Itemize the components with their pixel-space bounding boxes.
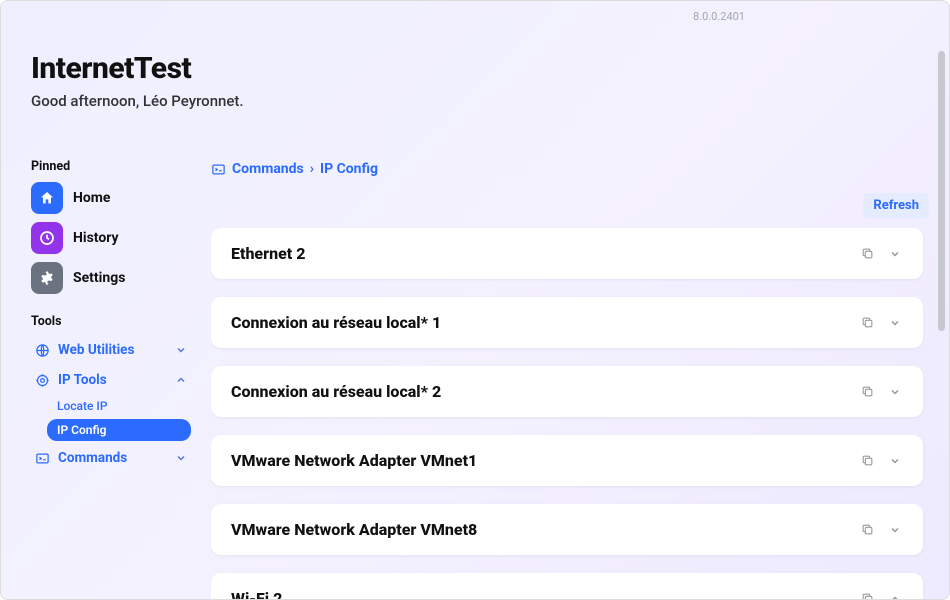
sidebar: Pinned Home History Settings Tools Web U… (31, 31, 191, 599)
adapter-name: Wi-Fi 2 (231, 589, 847, 599)
adapter-card: VMware Network Adapter VMnet8 (211, 504, 923, 555)
tool-group-commands: Commands (31, 445, 191, 471)
tool-label: IP Tools (58, 372, 107, 388)
adapter-card: Ethernet 2 (211, 228, 923, 279)
breadcrumb-current: IP Config (320, 161, 378, 177)
pinned-section-label: Pinned (31, 159, 191, 174)
titlebar: 8.0.0.2401 (1, 1, 949, 31)
copy-icon[interactable] (859, 384, 875, 400)
lock-icon[interactable] (807, 8, 827, 24)
chevron-down-icon[interactable] (887, 315, 903, 331)
home-icon (31, 182, 63, 214)
sidebar-item-home[interactable]: Home (31, 182, 191, 214)
adapter-card: Wi-Fi 2 Status Connected (211, 573, 923, 599)
tool-group-ip-tools: IP Tools Locate IP IP Config (31, 367, 191, 441)
chevron-up-icon[interactable] (887, 591, 903, 600)
maximize-button[interactable] (883, 8, 903, 24)
terminal-icon (35, 451, 50, 466)
gear-icon (31, 262, 63, 294)
tool-subitem-ip-config[interactable]: IP Config (47, 419, 191, 441)
terminal-icon (211, 162, 226, 177)
tool-label: Web Utilities (58, 342, 134, 358)
chevron-up-icon (175, 374, 187, 386)
copy-icon[interactable] (859, 246, 875, 262)
app-window: 8.0.0.2401 InternetTest Good afternoon, … (0, 0, 950, 600)
tool-group-web-utilities: Web Utilities (31, 337, 191, 363)
sidebar-item-settings[interactable]: Settings (31, 262, 191, 294)
close-button[interactable] (921, 8, 941, 24)
adapter-name: VMware Network Adapter VMnet1 (231, 451, 847, 470)
app-title: InternetTest (31, 51, 244, 86)
chevron-down-icon (175, 344, 187, 356)
minimize-button[interactable] (845, 8, 865, 24)
tool-header-ip-tools[interactable]: IP Tools (31, 367, 191, 393)
history-icon (31, 222, 63, 254)
chevron-down-icon[interactable] (887, 453, 903, 469)
copy-icon[interactable] (859, 522, 875, 538)
chevron-down-icon (175, 452, 187, 464)
sidebar-item-history[interactable]: History (31, 222, 191, 254)
scrollbar[interactable] (938, 51, 945, 331)
main-panel: Commands › IP Config Refresh Ethernet 2 (191, 31, 929, 599)
tool-header-commands[interactable]: Commands (31, 445, 191, 471)
tools-section-label: Tools (31, 314, 191, 329)
content-area: Pinned Home History Settings Tools Web U… (1, 31, 949, 599)
refresh-button[interactable]: Refresh (863, 193, 929, 218)
copy-icon[interactable] (859, 591, 875, 600)
adapter-card: VMware Network Adapter VMnet1 (211, 435, 923, 486)
adapter-list[interactable]: Ethernet 2 Connexion au réseau local* 1 … (211, 228, 929, 599)
tool-subitem-locate-ip[interactable]: Locate IP (47, 395, 191, 417)
adapter-name: Connexion au réseau local* 1 (231, 313, 847, 332)
globe-icon (35, 343, 50, 358)
header-block: InternetTest Good afternoon, Léo Peyronn… (31, 51, 244, 110)
tool-label: Commands (58, 450, 127, 466)
chevron-down-icon[interactable] (887, 384, 903, 400)
version-label: 8.0.0.2401 (693, 10, 745, 23)
adapter-card: Connexion au réseau local* 1 (211, 297, 923, 348)
breadcrumb-parent[interactable]: Commands (232, 161, 304, 177)
sidebar-item-label: History (73, 230, 119, 246)
greeting: Good afternoon, Léo Peyronnet. (31, 92, 244, 110)
adapter-name: VMware Network Adapter VMnet8 (231, 520, 847, 539)
breadcrumb: Commands › IP Config (211, 161, 929, 177)
adapter-card: Connexion au réseau local* 2 (211, 366, 923, 417)
breadcrumb-separator: › (310, 161, 314, 177)
chevron-down-icon[interactable] (887, 246, 903, 262)
copy-icon[interactable] (859, 315, 875, 331)
adapter-name: Ethernet 2 (231, 244, 847, 263)
sidebar-item-label: Settings (73, 270, 125, 286)
adapter-name: Connexion au réseau local* 2 (231, 382, 847, 401)
chevron-down-icon[interactable] (887, 522, 903, 538)
tool-header-web-utilities[interactable]: Web Utilities (31, 337, 191, 363)
pin-icon[interactable] (769, 8, 789, 24)
sidebar-item-label: Home (73, 190, 110, 206)
copy-icon[interactable] (859, 453, 875, 469)
pin-location-icon (35, 373, 50, 388)
